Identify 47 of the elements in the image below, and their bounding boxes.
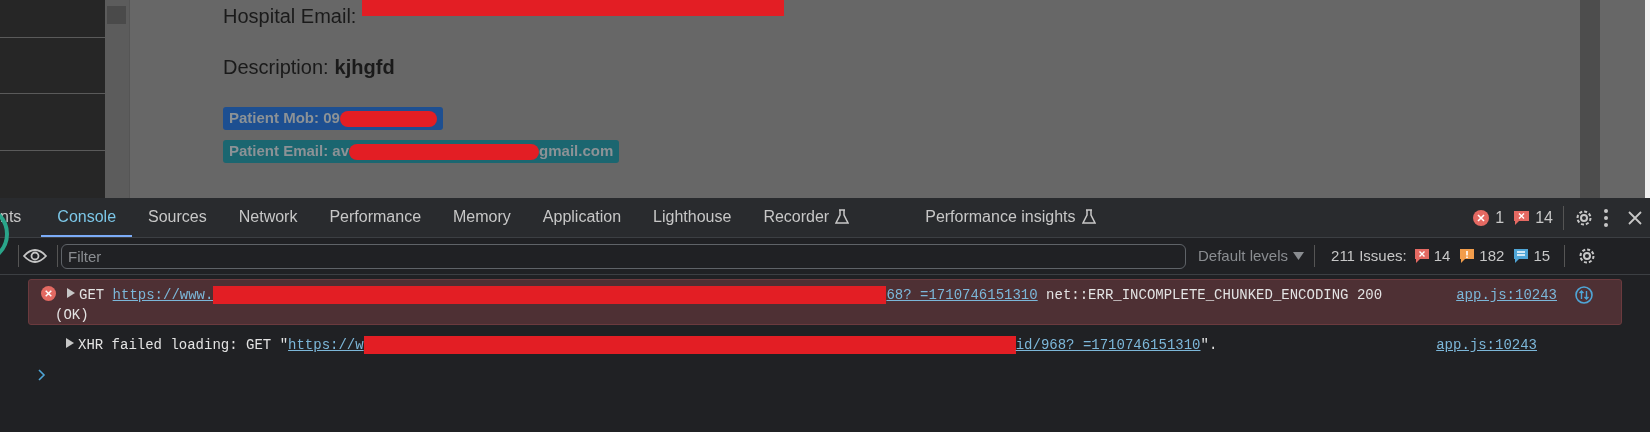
field-value: kjhgfd: [334, 55, 395, 80]
url-link[interactable]: https://www.: [112, 285, 214, 305]
error-icon: [1473, 209, 1490, 226]
issues-label: 211 Issues:: [1331, 245, 1407, 266]
badge: Patient Mob: 09: [223, 107, 443, 130]
issue-info-icon: [1514, 249, 1529, 263]
expand-icon[interactable]: [66, 338, 74, 348]
tab[interactable]: Lighthouse: [637, 198, 748, 237]
tab[interactable]: Performance: [313, 198, 438, 237]
filter-field[interactable]: Filter: [61, 243, 1186, 269]
tab[interactable]: Memory: [437, 198, 527, 237]
issue-counter[interactable]: 15: [1514, 244, 1551, 268]
message-text: (OK): [55, 306, 89, 325]
url-link[interactable]: https://w: [288, 335, 364, 355]
field-label: Hospital Email:: [223, 4, 357, 29]
issue-warning-icon: [1460, 249, 1475, 263]
expand-icon[interactable]: [67, 288, 75, 298]
source-link[interactable]: app.js:10243: [1436, 335, 1537, 356]
tab[interactable]: Recorder: [747, 198, 866, 237]
message-text: GET: [79, 286, 106, 305]
message-text: XHR failed loading: GET ": [78, 336, 289, 355]
prompt-icon[interactable]: [38, 369, 46, 381]
issue-error-icon: [1414, 249, 1429, 263]
tab[interactable]: Sources: [132, 198, 223, 237]
eye-icon[interactable]: [23, 248, 47, 264]
close-icon[interactable]: [1628, 210, 1642, 225]
levels-dropdown[interactable]: Default levels: [1198, 244, 1316, 268]
issue-count[interactable]: 14: [1535, 205, 1564, 230]
caret-icon: [1293, 252, 1305, 260]
issue-counter[interactable]: 182: [1460, 244, 1505, 268]
tab[interactable]: Console: [41, 198, 133, 237]
issue-counter[interactable]: 14: [1414, 244, 1451, 268]
tab[interactable]: Performance insights: [865, 198, 1112, 237]
error-icon: [40, 286, 56, 301]
message-text: ".: [1200, 336, 1218, 355]
network-icon[interactable]: [1575, 286, 1593, 304]
field-label: Description:: [223, 55, 329, 80]
issue-icon: [1514, 210, 1530, 225]
url-link[interactable]: 68?_=1710746151310: [886, 285, 1038, 305]
url-link[interactable]: id/968?_=1710746151310: [1015, 335, 1201, 355]
error-count[interactable]: 1: [1495, 205, 1505, 230]
message-text: net::ERR_INCOMPLETE_CHUNKED_ENCODING 200: [1045, 286, 1383, 305]
tab[interactable]: Application: [526, 198, 638, 237]
more-icon[interactable]: [1604, 208, 1608, 227]
source-link[interactable]: app.js:10243: [1456, 285, 1557, 306]
badge: Patient Email: av gmail.com: [223, 140, 620, 163]
tab[interactable]: Network: [222, 198, 314, 237]
